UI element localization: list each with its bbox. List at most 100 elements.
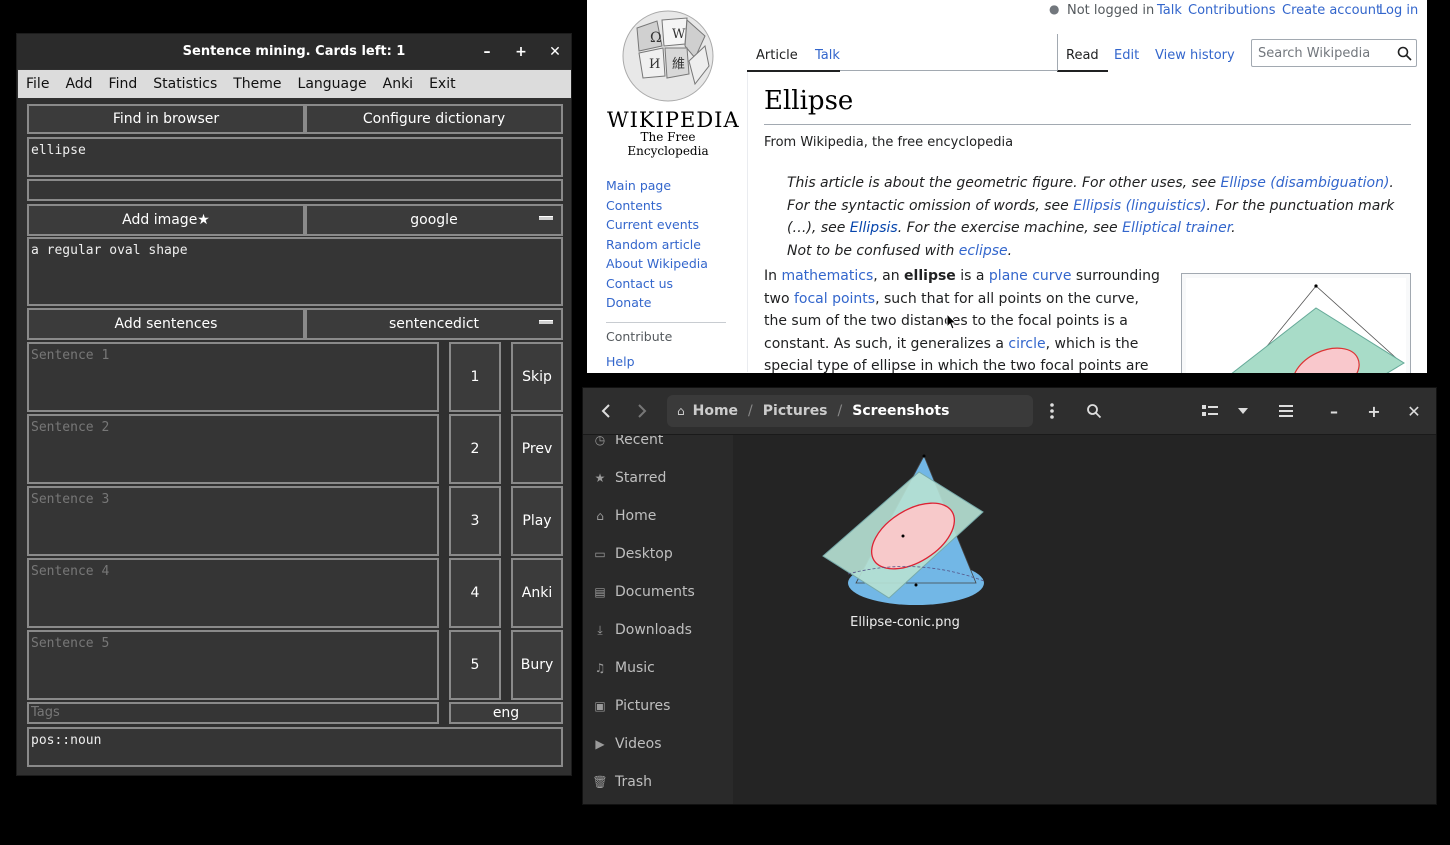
path-pictures[interactable]: Pictures — [763, 403, 828, 419]
close-button[interactable]: ✕ — [1399, 396, 1429, 426]
tab-talk[interactable]: Talk — [815, 48, 840, 63]
sentence-4-number-button[interactable]: 4 — [449, 558, 501, 628]
plane-curve-link[interactable]: plane curve — [989, 268, 1072, 284]
nav-donate[interactable]: Donate — [606, 295, 651, 310]
sidebar-item-recent[interactable]: ◷ Recent — [593, 435, 664, 448]
sidebar-item-trash[interactable]: 🗑 Trash — [592, 774, 652, 790]
tab-read[interactable]: Read — [1057, 34, 1108, 72]
eclipse-link[interactable]: eclipse — [959, 243, 1008, 259]
sentence-1-field[interactable]: Sentence 1 — [27, 342, 439, 412]
title-bar[interactable]: Sentence mining. Cards left: 1 – + ✕ — [17, 34, 571, 69]
maximize-button[interactable]: + — [1359, 396, 1389, 426]
sentence-4-field[interactable]: Sentence 4 — [27, 558, 439, 628]
file-item[interactable]: Ellipse-conic.png — [813, 446, 997, 636]
minimize-button[interactable]: – — [477, 42, 497, 62]
create-account-link[interactable]: Create account — [1282, 3, 1381, 18]
minimize-button[interactable]: – — [1319, 396, 1349, 426]
sidebar-item-home[interactable]: ⌂ Home — [593, 508, 656, 524]
extra-field[interactable] — [27, 179, 563, 201]
menu-bar: File Add Find Statistics Theme Language … — [18, 70, 571, 98]
word-field[interactable]: ellipse — [27, 137, 563, 177]
sidebar-item-documents[interactable]: ▤ Documents — [593, 584, 695, 600]
title-underline — [764, 124, 1411, 125]
wikipedia-wordmark[interactable]: WIKIPEDIA — [607, 108, 739, 132]
nav-help[interactable]: Help — [606, 354, 635, 369]
search-input[interactable]: Search Wikipedia — [1251, 39, 1417, 67]
tab-edit[interactable]: Edit — [1114, 48, 1139, 63]
search-icon[interactable] — [1397, 46, 1412, 61]
nav-contents[interactable]: Contents — [606, 198, 662, 213]
configure-dictionary-button[interactable]: Configure dictionary — [305, 104, 563, 134]
sentence-1-number-button[interactable]: 1 — [449, 342, 501, 412]
play-button[interactable]: Play — [511, 486, 563, 556]
path-home[interactable]: Home — [693, 403, 738, 419]
nav-current-events[interactable]: Current events — [606, 217, 699, 232]
close-button[interactable]: ✕ — [545, 42, 565, 62]
nav-contact-us[interactable]: Contact us — [606, 276, 673, 291]
sentence-3-number-button[interactable]: 3 — [449, 486, 501, 556]
ellipsis-link[interactable]: Ellipsis — [850, 220, 898, 236]
sidebar-item-videos[interactable]: ▶ Videos — [593, 736, 661, 752]
user-talk-link[interactable]: Talk — [1157, 3, 1182, 18]
sentence-5-field[interactable]: Sentence 5 — [27, 630, 439, 700]
ellipse-disambiguation-link[interactable]: Ellipse (disambiguation) — [1221, 175, 1390, 191]
forward-button[interactable] — [627, 396, 657, 426]
maximize-button[interactable]: + — [511, 42, 531, 62]
menu-find[interactable]: Find — [101, 76, 146, 92]
bury-button[interactable]: Bury — [511, 630, 563, 700]
menu-statistics[interactable]: Statistics — [145, 76, 225, 92]
path-screenshots[interactable]: Screenshots — [852, 403, 949, 419]
skip-button[interactable]: Skip — [511, 342, 563, 412]
menu-file[interactable]: File — [18, 76, 57, 92]
circle-link[interactable]: circle — [1008, 336, 1045, 352]
elliptical-trainer-link[interactable]: Elliptical trainer — [1122, 220, 1231, 236]
music-icon: ♫ — [594, 661, 606, 675]
nav-about-wikipedia[interactable]: About Wikipedia — [606, 256, 708, 271]
find-in-browser-button[interactable]: Find in browser — [27, 104, 305, 134]
tags-field[interactable]: pos::noun — [27, 727, 563, 767]
files-header-bar[interactable]: ⌂ Home / Pictures / Screenshots – + ✕ — [583, 388, 1436, 435]
menu-add[interactable]: Add — [57, 76, 100, 92]
ellipse-conic-image[interactable] — [1186, 278, 1406, 373]
language-button[interactable]: eng — [449, 702, 563, 724]
sentence-3-field[interactable]: Sentence 3 — [27, 486, 439, 556]
add-sentences-button[interactable]: Add sentences — [27, 308, 305, 340]
search-button[interactable] — [1079, 396, 1109, 426]
menu-theme[interactable]: Theme — [225, 76, 289, 92]
sidebar-item-music[interactable]: ♫ Music — [593, 660, 655, 676]
menu-exit[interactable]: Exit — [421, 76, 464, 92]
body-text: , which is the — [1045, 335, 1139, 352]
mathematics-link[interactable]: mathematics — [781, 268, 873, 284]
definition-field[interactable]: a regular oval shape — [27, 237, 563, 306]
sidebar-item-downloads[interactable]: ⤓ Downloads — [593, 622, 692, 638]
sentence-source-dropdown[interactable]: sentencedict — [305, 308, 563, 340]
focal-points-link[interactable]: focal points — [794, 291, 875, 307]
prev-button[interactable]: Prev — [511, 414, 563, 484]
tags-input[interactable]: Tags — [27, 702, 439, 724]
view-list-button[interactable] — [1193, 396, 1227, 426]
menu-anki[interactable]: Anki — [375, 76, 421, 92]
menu-language[interactable]: Language — [290, 76, 375, 92]
sentence-5-number-button[interactable]: 5 — [449, 630, 501, 700]
back-button[interactable] — [591, 396, 621, 426]
contributions-link[interactable]: Contributions — [1188, 3, 1276, 18]
nav-main-page[interactable]: Main page — [606, 178, 671, 193]
main-menu-button[interactable] — [1271, 396, 1301, 426]
wikipedia-globe-logo[interactable]: Ω W И 維 — [617, 6, 719, 106]
sidebar-item-desktop[interactable]: ▭ Desktop — [593, 546, 672, 562]
add-image-button[interactable]: Add image★ — [27, 204, 305, 236]
ellipsis-linguistics-link[interactable]: Ellipsis (linguistics) — [1073, 198, 1206, 214]
anki-button[interactable]: Anki — [511, 558, 563, 628]
sidebar-item-pictures[interactable]: ▣ Pictures — [593, 698, 670, 714]
path-menu-button[interactable] — [1037, 396, 1067, 426]
nav-random-article[interactable]: Random article — [606, 237, 701, 252]
tab-view-history[interactable]: View history — [1155, 48, 1235, 63]
view-options-button[interactable] — [1229, 396, 1257, 426]
image-source-dropdown[interactable]: google — [305, 204, 563, 236]
sidebar-item-starred[interactable]: ★ Starred — [593, 470, 667, 486]
sentence-2-field[interactable]: Sentence 2 — [27, 414, 439, 484]
files-window: ⌂ Home / Pictures / Screenshots – + ✕ ◷ R… — [582, 387, 1437, 805]
svg-text:維: 維 — [672, 57, 685, 72]
log-in-link[interactable]: Log in — [1379, 3, 1418, 18]
sentence-2-number-button[interactable]: 2 — [449, 414, 501, 484]
